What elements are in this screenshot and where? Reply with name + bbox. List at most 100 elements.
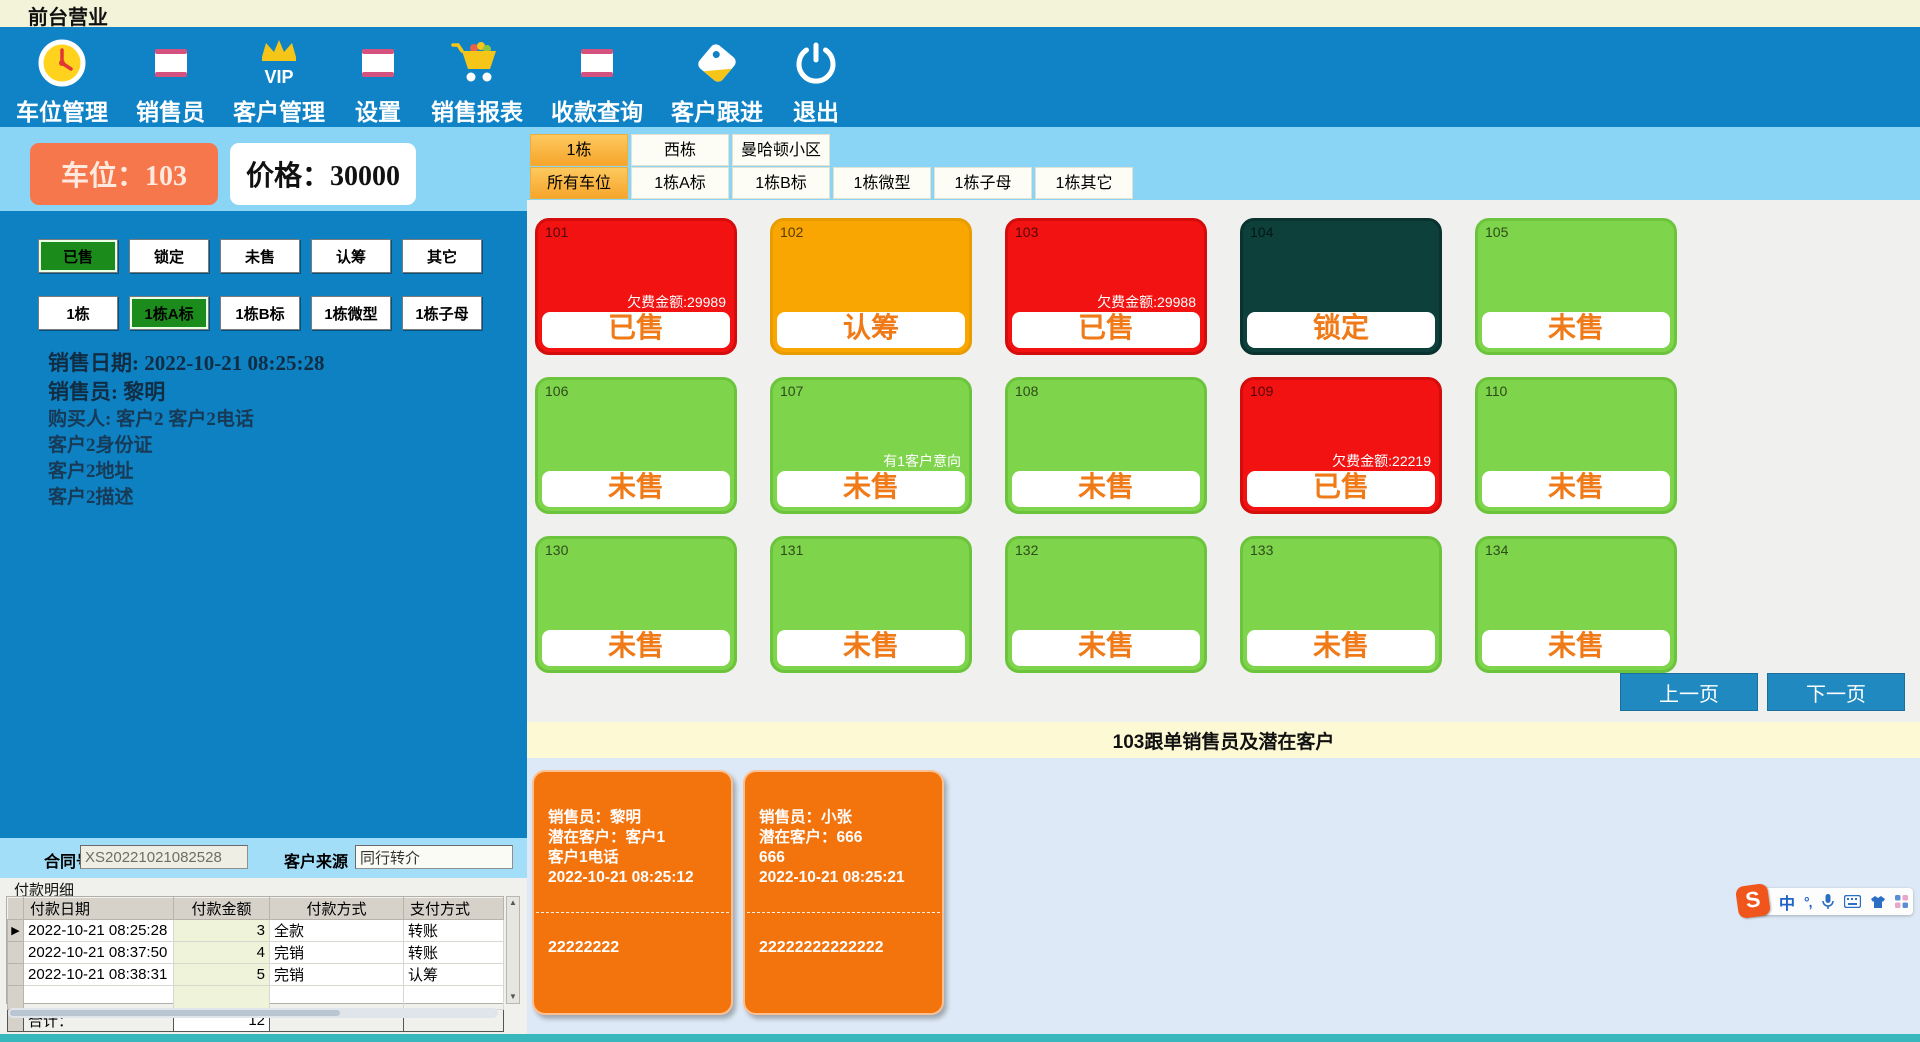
followup-card[interactable]: 销售员：小张 潜在客户：666 666 2022-10-21 08:25:21 …: [743, 770, 944, 1015]
tab-all-spots[interactable]: 所有车位: [530, 167, 628, 199]
payment-method: 完销: [270, 964, 404, 986]
tab-zone-1b[interactable]: 1栋B标: [732, 167, 830, 199]
ime-punctuation-toggle[interactable]: °,: [1804, 894, 1812, 910]
toolbar-item-customer-followup[interactable]: 客户跟进: [671, 33, 763, 127]
parking-spot-132[interactable]: 132 未售: [1005, 536, 1207, 673]
spot-status-label: 未售: [542, 630, 730, 666]
parking-spot-108[interactable]: 108 未售: [1005, 377, 1207, 514]
status-button-other[interactable]: 其它: [402, 239, 482, 273]
parking-spot-105[interactable]: 105 未售: [1475, 218, 1677, 355]
parking-spot-107[interactable]: 107 有1客户意向 未售: [770, 377, 972, 514]
tab-building-1[interactable]: 1栋: [530, 134, 628, 166]
parking-spot-104[interactable]: 104 锁定: [1240, 218, 1442, 355]
toolbar-item-exit[interactable]: 退出: [791, 33, 841, 127]
mail-icon: [146, 33, 196, 93]
parking-spot-133[interactable]: 133 未售: [1240, 536, 1442, 673]
spot-detail-panel: 已售 锁定 未售 认筹 其它 1栋 1栋A标 1栋B标 1栋微型 1栋子母 销售…: [0, 211, 527, 838]
payment-method: 全款: [270, 920, 404, 942]
tab-zone-1a[interactable]: 1栋A标: [631, 167, 729, 199]
spot-number: 105: [1485, 224, 1508, 240]
main-toolbar: 车位管理 销售员 VIP 客户管理 设置 销售报表 收款查询 客户跟进: [0, 27, 1920, 127]
tab-zone-other[interactable]: 1栋其它: [1035, 167, 1133, 199]
payment-paytype: 转账: [404, 942, 504, 964]
zone-tab-row: 所有车位 1栋A标 1栋B标 1栋微型 1栋子母 1栋其它: [530, 167, 1133, 199]
building-button-1-micro[interactable]: 1栋微型: [311, 296, 391, 330]
spot-status-label: 未售: [542, 471, 730, 507]
parking-spot-131[interactable]: 131 未售: [770, 536, 972, 673]
prev-page-button[interactable]: 上一页: [1620, 673, 1758, 711]
tab-manhattan[interactable]: 曼哈顿小区: [732, 134, 830, 166]
payment-amount: 3: [174, 920, 270, 942]
followup-header-title: 103跟单销售员及潜在客户: [1113, 727, 1335, 754]
tab-zone-duplex[interactable]: 1栋子母: [934, 167, 1032, 199]
parking-spot-101[interactable]: 101 欠费金额:29989 已售: [535, 218, 737, 355]
payment-amount: 5: [174, 964, 270, 986]
toolbar-item-parking-management[interactable]: 车位管理: [16, 33, 108, 127]
spot-number: 134: [1485, 542, 1508, 558]
scroll-down-icon[interactable]: ▼: [509, 991, 517, 1003]
tab-west-block[interactable]: 西栋: [631, 134, 729, 166]
toolbar-item-settings[interactable]: 设置: [353, 33, 403, 127]
mail-icon: [572, 33, 622, 93]
payment-method: 完销: [270, 942, 404, 964]
toolbar-item-customer-management[interactable]: VIP 客户管理: [233, 33, 325, 127]
skin-icon[interactable]: [1870, 895, 1886, 909]
empty-row: [8, 986, 504, 1010]
col-header-date: 付款日期: [24, 898, 174, 920]
status-button-subscribed[interactable]: 认筹: [311, 239, 391, 273]
payment-row[interactable]: 2022-10-21 08:38:31 5 完销 认筹: [8, 964, 504, 986]
parking-spot-130[interactable]: 130 未售: [535, 536, 737, 673]
status-button-locked[interactable]: 锁定: [129, 239, 209, 273]
followup-card[interactable]: 销售员：黎明 潜在客户：客户1 客户1电话 2022-10-21 08:25:1…: [532, 770, 733, 1015]
parking-spot-110[interactable]: 110 未售: [1475, 377, 1677, 514]
spot-number: 103: [1015, 224, 1038, 240]
buyer-id-line: 客户2身份证: [48, 433, 488, 459]
table-vertical-scrollbar[interactable]: ▲▼: [506, 896, 520, 1004]
microphone-icon[interactable]: [1821, 893, 1835, 910]
followup-phone-number: 22222222: [534, 913, 731, 957]
customer-source-input[interactable]: [355, 845, 513, 869]
parking-spot-109[interactable]: 109 欠费金额:22219 已售: [1240, 377, 1442, 514]
next-page-button[interactable]: 下一页: [1767, 673, 1905, 711]
status-button-unsold[interactable]: 未售: [220, 239, 300, 273]
cart-icon: [450, 33, 504, 93]
toolbar-item-label: 车位管理: [16, 93, 108, 127]
table-horizontal-scrollbar[interactable]: [8, 1008, 498, 1018]
toolbar-item-payment-query[interactable]: 收款查询: [551, 33, 643, 127]
parking-grid: 101 欠费金额:29989 已售 102 认筹 103 欠费金额:29988 …: [527, 200, 1920, 722]
bottom-accent-strip: [0, 1034, 1920, 1042]
contract-strip: 合同号 客户来源: [0, 838, 527, 878]
payment-row[interactable]: 2022-10-21 08:37:50 4 完销 转账: [8, 942, 504, 964]
mail-icon: [353, 33, 403, 93]
followup-salesperson: 销售员：黎明: [548, 808, 717, 828]
toolbox-grid-icon[interactable]: [1895, 895, 1908, 908]
ime-chinese-mode[interactable]: 中: [1779, 890, 1795, 914]
toolbar-item-sales-report[interactable]: 销售报表: [431, 33, 523, 127]
parking-spot-106[interactable]: 106 未售: [535, 377, 737, 514]
payment-row[interactable]: ▶ 2022-10-21 08:25:28 3 全款 转账: [8, 920, 504, 942]
followup-card-info: 销售员：小张 潜在客户：666 666 2022-10-21 08:25:21: [745, 772, 942, 888]
spot-number: 108: [1015, 383, 1038, 399]
sogou-logo-icon[interactable]: S: [1735, 883, 1771, 919]
buyer-line: 购买人: 客户2 客户2电话: [48, 407, 488, 433]
spot-arrears-note: 欠费金额:22219: [1332, 451, 1431, 471]
payment-paytype: 转账: [404, 920, 504, 942]
contract-no-input[interactable]: [80, 845, 248, 869]
keyboard-icon[interactable]: [1844, 895, 1861, 908]
parking-spot-103[interactable]: 103 欠费金额:29988 已售: [1005, 218, 1207, 355]
scrollbar-thumb[interactable]: [10, 1010, 340, 1016]
status-button-sold[interactable]: 已售: [38, 239, 118, 273]
parking-spot-134[interactable]: 134 未售: [1475, 536, 1677, 673]
followup-phone-label: 客户1电话: [548, 848, 717, 868]
building-button-1b[interactable]: 1栋B标: [220, 296, 300, 330]
followup-header-strip: 103跟单销售员及潜在客户: [527, 722, 1920, 758]
building-button-1a[interactable]: 1栋A标: [129, 296, 209, 330]
ime-toolbar[interactable]: S 中 °,: [1753, 888, 1913, 915]
spot-arrears-note: 欠费金额:29988: [1097, 292, 1196, 312]
scroll-up-icon[interactable]: ▲: [509, 897, 517, 909]
building-button-1-duplex[interactable]: 1栋子母: [402, 296, 482, 330]
tab-zone-micro[interactable]: 1栋微型: [833, 167, 931, 199]
parking-spot-102[interactable]: 102 认筹: [770, 218, 972, 355]
toolbar-item-salesperson[interactable]: 销售员: [136, 33, 205, 127]
building-button-1[interactable]: 1栋: [38, 296, 118, 330]
